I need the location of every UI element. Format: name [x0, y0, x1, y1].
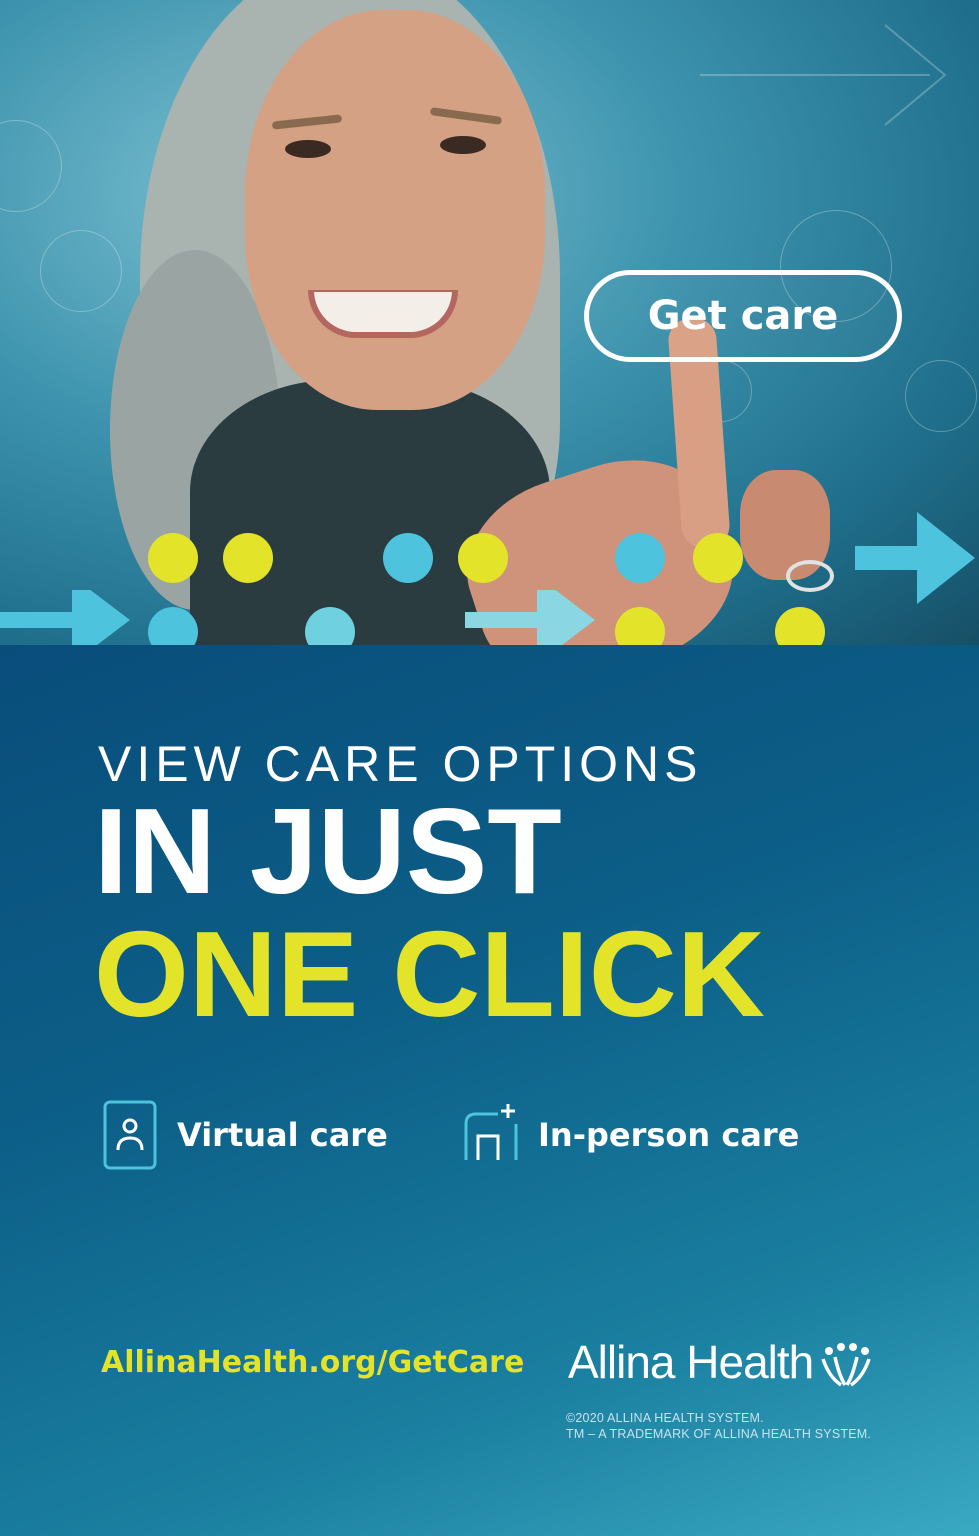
ring — [786, 560, 834, 592]
decorative-circle — [40, 230, 122, 312]
allina-health-logo: Allina Health — [568, 1335, 873, 1389]
in-person-care-option[interactable]: In-person care — [464, 1100, 799, 1170]
hero-photo: Get care — [0, 0, 979, 645]
brand-name: Allina Health — [568, 1336, 814, 1388]
copyright-text: ©2020 ALLINA HEALTH SYSTEM. — [566, 1411, 764, 1425]
get-care-label: Get care — [647, 293, 839, 339]
decorative-circle — [0, 120, 62, 212]
advertisement: Get care VIEW CARE OPTIONS IN JUST ONE C… — [0, 0, 979, 1536]
virtual-care-option[interactable]: Virtual care — [103, 1100, 388, 1170]
right-eye — [440, 136, 486, 154]
allina-logo-mark-icon — [821, 1343, 871, 1387]
arrow-right-icon — [0, 590, 130, 645]
virtual-care-icon — [103, 1100, 157, 1170]
yellow-dot — [458, 533, 508, 583]
arrow-right-icon — [465, 590, 595, 645]
yellow-dot — [775, 607, 825, 645]
yellow-dot — [223, 533, 273, 583]
content-panel: VIEW CARE OPTIONS IN JUST ONE CLICK Virt… — [0, 645, 979, 1536]
arrow-right-icon — [855, 512, 975, 604]
cyan-dot — [383, 533, 433, 583]
headline-one-click: ONE CLICK — [94, 906, 765, 1042]
cyan-dot — [615, 533, 665, 583]
virtual-care-label: Virtual care — [177, 1116, 388, 1154]
left-eye — [285, 140, 331, 158]
in-person-care-icon — [464, 1104, 518, 1160]
trademark-text: TM – A TRADEMARK OF ALLINA HEALTH SYSTEM… — [566, 1427, 872, 1441]
decorative-circle — [905, 360, 977, 432]
get-care-url-link[interactable]: AllinaHealth.org/GetCare — [101, 1345, 524, 1380]
arrow-outline-icon — [700, 24, 947, 126]
yellow-dot — [148, 533, 198, 583]
face — [245, 10, 545, 410]
get-care-button[interactable]: Get care — [584, 270, 902, 362]
in-person-care-label: In-person care — [538, 1116, 800, 1154]
headline-in-just: IN JUST — [94, 783, 562, 919]
yellow-dot — [693, 533, 743, 583]
